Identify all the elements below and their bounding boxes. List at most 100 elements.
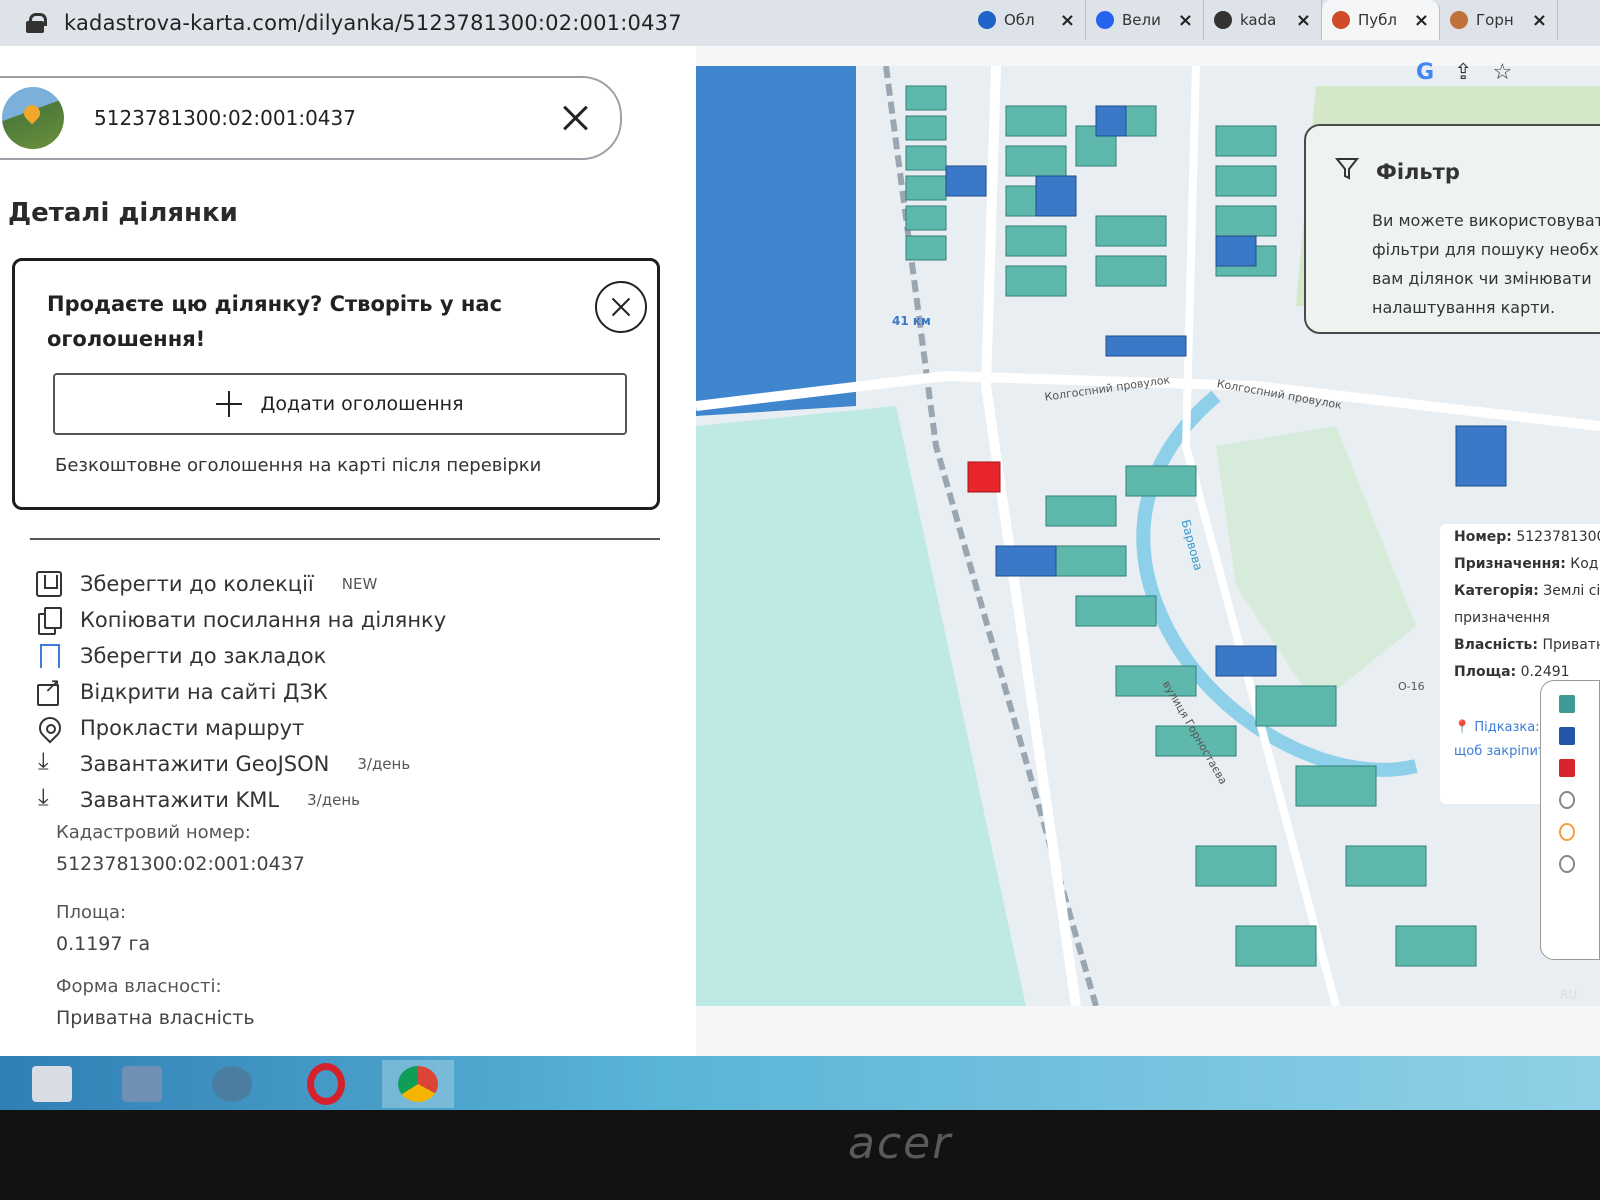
tab-favicon-icon [1096,11,1114,29]
filter-icon [1334,158,1360,180]
action-download-geojson[interactable]: Завантажити GeoJSON3/день [36,746,446,782]
taskbar-chrome[interactable] [382,1060,454,1108]
map-parcel [905,85,947,111]
filter-title: Фільтр [1376,160,1460,184]
tab-title: Горн [1476,11,1514,29]
download-icon [36,783,62,813]
search-input[interactable]: 5123781300:02:001:0437 [94,106,562,130]
clear-search-icon[interactable] [562,104,590,132]
add-listing-label: Додати оголошення [260,393,464,415]
tab-close-icon[interactable]: × [1296,10,1311,31]
share-icon[interactable]: ⇪ [1454,60,1472,85]
info-line: Номер: 5123781300 [1454,529,1600,545]
map-parcel [1005,225,1067,257]
sell-promo-card: Продаєте цю ділянку? Створіть у нас огол… [12,258,660,510]
add-listing-button[interactable]: Додати оголошення [53,373,627,435]
browser-tab[interactable]: Вели × [1086,0,1204,40]
action-copy-link[interactable]: Копіювати посилання на ділянку [36,602,446,638]
map-parcel [905,115,947,141]
filter-line: фільтри для пошуку необхідних [1372,240,1600,259]
map-parcel [905,205,947,231]
promo-note: Безкоштовне оголошення на карті після пе… [55,455,542,476]
limit-badge: 3/день [307,791,360,809]
tab-favicon-icon [1450,11,1468,29]
map-parcel [905,235,947,261]
legend-swatch-blue[interactable] [1559,727,1575,745]
map-parcel [1215,125,1277,157]
browser-tab[interactable]: kada × [1204,0,1322,40]
route-pin-icon [36,715,62,741]
action-open-dzk[interactable]: Відкрити на сайті ДЗК [36,673,446,710]
map-parcel [1005,105,1067,137]
info-line: Власність: Приватна [1454,637,1600,653]
legend-toggle-icon[interactable] [1559,823,1575,841]
map-parcel [1095,255,1167,287]
taskbar-printer[interactable] [16,1060,88,1108]
tab-close-icon[interactable]: × [1414,10,1429,31]
field-value: 5123781300:02:001:0437 [56,853,305,875]
legend-toggle-icon[interactable] [1559,855,1575,873]
map-parcel [1195,845,1277,887]
plus-icon [216,391,243,417]
action-save-collection[interactable]: Зберегти до колекції NEW [36,566,446,602]
tab-close-icon[interactable]: × [1178,10,1193,31]
map-parcel [1075,595,1157,627]
map-parcel [1055,545,1127,577]
map-parcel-blue [1095,105,1127,137]
tab-favicon-icon [1332,11,1350,29]
map-parcel [1005,265,1067,297]
lock-icon [26,13,47,33]
bookmark-icon [36,643,62,669]
star-icon[interactable]: ☆ [1493,60,1513,85]
bookmark-save-icon [36,571,62,597]
browser-tab[interactable]: Горн × [1440,0,1558,40]
taskbar-media[interactable] [196,1060,268,1108]
search-box[interactable]: 5123781300:02:001:0437 [0,76,622,160]
url-text[interactable]: kadastrova-karta.com/dilyanka/5123781300… [64,11,682,35]
taskbar-computer[interactable] [106,1060,178,1108]
taskbar-opera[interactable] [290,1060,362,1108]
map-field-blue [696,66,856,416]
browser-tab[interactable]: Обл × [968,0,1086,40]
map-parcel [1115,665,1197,697]
tab-title: kada [1240,11,1277,29]
tab-close-icon[interactable]: × [1060,10,1075,31]
filter-line: Ви можете використовувати [1372,211,1600,230]
map-parcel-blue [1215,235,1257,267]
filter-line: налаштування карти. [1372,298,1556,317]
new-badge: NEW [341,575,378,593]
action-route[interactable]: Прокласти маршрут [36,710,446,746]
map-avatar-icon [2,87,64,149]
tab-title: Публ [1358,11,1397,29]
field-area: Площа: 0.1197 га [56,902,150,955]
laptop-bezel [0,1110,1600,1200]
field-value: 0.1197 га [56,933,151,955]
info-line: Категорія: Землі сіль [1454,583,1600,599]
legend-toggle-icon[interactable] [1559,791,1575,809]
info-line: Призначення: Код н [1454,556,1600,572]
filter-description: Ви можете використовувати фільтри для по… [1372,206,1600,322]
tab-favicon-icon [978,11,996,29]
action-save-bookmark[interactable]: Зберегти до закладок [36,638,446,674]
map-parcel [1045,495,1117,527]
taskbar-language[interactable]: RU [1560,988,1577,1002]
field-cadastral-number: Кадастровий номер: 5123781300:02:001:043… [56,822,305,875]
map-legend[interactable] [1540,680,1600,960]
browser-tab-active[interactable]: Публ × [1322,0,1440,40]
legend-swatch-red[interactable] [1559,759,1575,777]
map-parcel-blue [1215,645,1277,677]
action-download-kml[interactable]: Завантажити KML3/день [36,782,446,818]
promo-close-icon[interactable] [595,281,647,333]
map-parcel [905,145,947,171]
google-icon[interactable]: G [1416,60,1434,85]
address-bar[interactable]: kadastrova-karta.com/dilyanka/5123781300… [0,0,960,46]
map-parcel [1345,845,1427,887]
filter-panel[interactable]: Фільтр Ви можете використовувати фільтри… [1304,124,1600,334]
opera-icon [307,1063,345,1105]
tab-close-icon[interactable]: × [1532,10,1547,31]
browser-tabs: Обл × Вели × kada × Публ × Горн × [968,0,1558,46]
map-parcel [1235,925,1317,967]
browser-toolbar: G ⇪ ☆ [1416,60,1512,85]
legend-swatch-teal[interactable] [1559,695,1575,713]
tab-favicon-icon [1214,11,1232,29]
